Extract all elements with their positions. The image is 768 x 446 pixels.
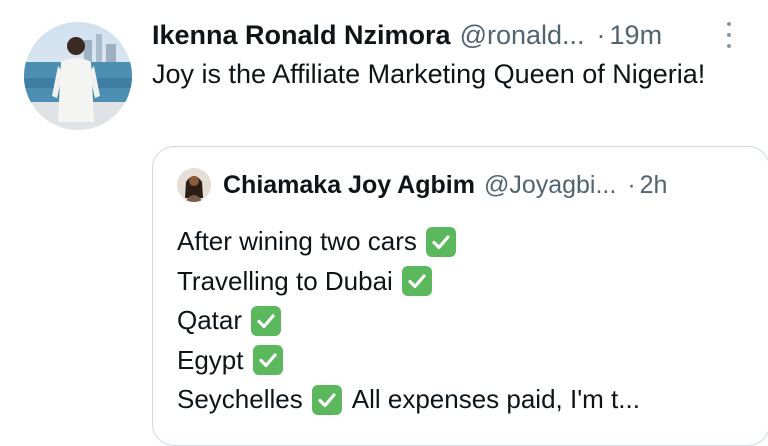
quoted-author-name[interactable]: Chiamaka Joy Agbim	[223, 171, 475, 200]
header-separator: ·	[596, 20, 606, 50]
check-mark-icon	[252, 345, 283, 376]
quoted-line-text: Seychelles	[177, 384, 303, 414]
more-dot	[727, 33, 731, 37]
quoted-line: After wining two cars	[177, 222, 759, 262]
more-dot	[727, 44, 731, 48]
tweet-timestamp[interactable]: 19m	[610, 18, 663, 52]
quoted-line-text: After wining two cars	[177, 226, 417, 256]
tweet-text: Joy is the Affiliate Marketing Queen of …	[152, 59, 706, 89]
quoted-timestamp[interactable]: 2h	[640, 171, 668, 200]
quoted-line-truncated-text: All expenses paid, I'm t...	[351, 384, 640, 414]
author-avatar[interactable]	[24, 22, 132, 130]
quoted-line-text: Qatar	[177, 305, 243, 335]
check-mark-icon	[425, 226, 456, 257]
quoted-tweet-text: After wining two cars Travelling to Duba…	[177, 222, 759, 420]
author-handle[interactable]: @ronald...	[460, 18, 585, 52]
author-name[interactable]: Ikenna Ronald Nzimora	[152, 18, 451, 52]
quoted-line: Egypt	[177, 341, 759, 381]
tweet[interactable]: Ikenna Ronald Nzimora @ronald... · 19m J…	[0, 0, 768, 446]
check-mark-icon	[401, 266, 432, 297]
quoted-author-avatar-photo	[177, 168, 211, 202]
quoted-author-avatar[interactable]	[177, 168, 211, 202]
more-options-icon[interactable]	[724, 22, 734, 48]
quoted-line-text: Travelling to Dubai	[177, 265, 393, 296]
more-dot	[727, 22, 731, 26]
quoted-author-handle[interactable]: @Joyagbi...	[484, 171, 616, 200]
quoted-line-text: Egypt	[177, 344, 244, 375]
quoted-tweet[interactable]: Chiamaka Joy Agbim @Joyagbi... · 2h Afte…	[152, 146, 768, 446]
author-avatar-photo	[24, 22, 132, 130]
tweet-header: Ikenna Ronald Nzimora @ronald... · 19m	[152, 18, 740, 52]
quoted-tweet-header: Chiamaka Joy Agbim @Joyagbi... · 2h	[177, 167, 759, 203]
quoted-header-separator: ·	[627, 170, 636, 199]
quoted-line: Seychelles All expenses paid, I'm t...	[177, 380, 759, 420]
check-mark-icon	[251, 305, 282, 336]
check-mark-icon	[311, 384, 342, 415]
quoted-line: Qatar	[177, 301, 759, 341]
quoted-line: Travelling to Dubai	[177, 262, 759, 302]
